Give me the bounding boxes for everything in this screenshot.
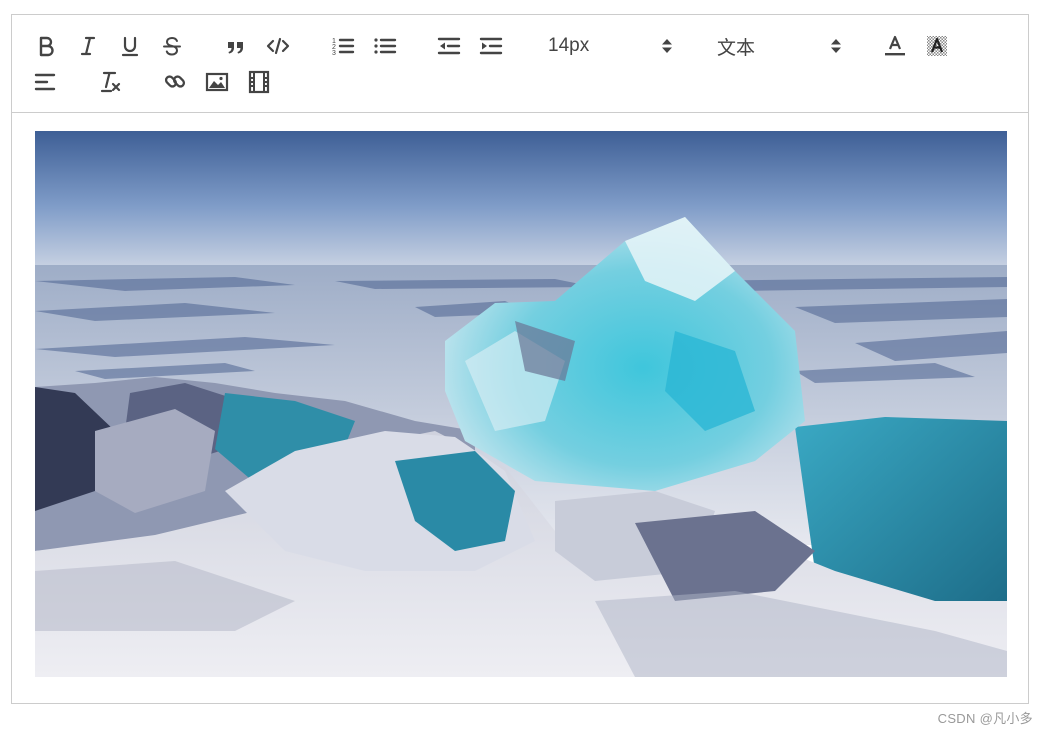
bullet-list-icon (374, 38, 397, 54)
outdent-button[interactable] (435, 32, 463, 60)
clean-format-button[interactable] (97, 68, 125, 96)
text-color-button[interactable] (881, 32, 909, 60)
font-size-value: 14px (548, 35, 590, 56)
link-button[interactable] (161, 68, 189, 96)
watermark: CSDN @凡小多 (937, 711, 1033, 726)
strike-icon (163, 36, 181, 56)
clear-format-icon (100, 71, 121, 93)
font-size-select[interactable]: 14px (548, 32, 678, 60)
background-color-icon (927, 36, 947, 56)
underline-button[interactable] (116, 32, 144, 60)
ice-landscape-photo (35, 131, 1007, 677)
video-icon (248, 70, 270, 94)
quote-icon (228, 42, 243, 54)
align-button[interactable] (32, 68, 60, 96)
rich-text-editor: 1 2 3 14px 文本 (11, 14, 1029, 704)
editor-content[interactable] (12, 113, 1028, 703)
bullet-list-button[interactable] (371, 32, 399, 60)
bold-icon (39, 36, 54, 57)
background-color-button[interactable] (923, 32, 951, 60)
inserted-image[interactable] (35, 131, 1007, 677)
svg-text:3: 3 (332, 50, 336, 57)
text-color-icon (885, 35, 905, 56)
bold-button[interactable] (32, 32, 60, 60)
outdent-icon (437, 37, 461, 55)
header-select[interactable]: 文本 (717, 32, 847, 60)
editor-toolbar: 1 2 3 14px 文本 (12, 15, 1028, 113)
indent-icon (479, 37, 503, 55)
header-value: 文本 (717, 37, 756, 59)
strike-button[interactable] (158, 32, 186, 60)
code-icon (266, 37, 290, 55)
italic-icon (80, 36, 96, 56)
video-button[interactable] (245, 68, 273, 96)
select-arrows-icon (831, 39, 841, 53)
underline-icon (121, 36, 139, 57)
image-icon (205, 72, 229, 92)
italic-button[interactable] (74, 32, 102, 60)
align-left-icon (34, 73, 56, 91)
blockquote-button[interactable] (222, 32, 250, 60)
link-icon (164, 75, 186, 88)
indent-button[interactable] (477, 32, 505, 60)
ordered-list-icon: 1 2 3 (332, 38, 355, 57)
image-button[interactable] (203, 68, 231, 96)
ordered-list-button[interactable]: 1 2 3 (329, 32, 357, 60)
code-block-button[interactable] (264, 32, 292, 60)
select-arrows-icon (662, 39, 672, 53)
